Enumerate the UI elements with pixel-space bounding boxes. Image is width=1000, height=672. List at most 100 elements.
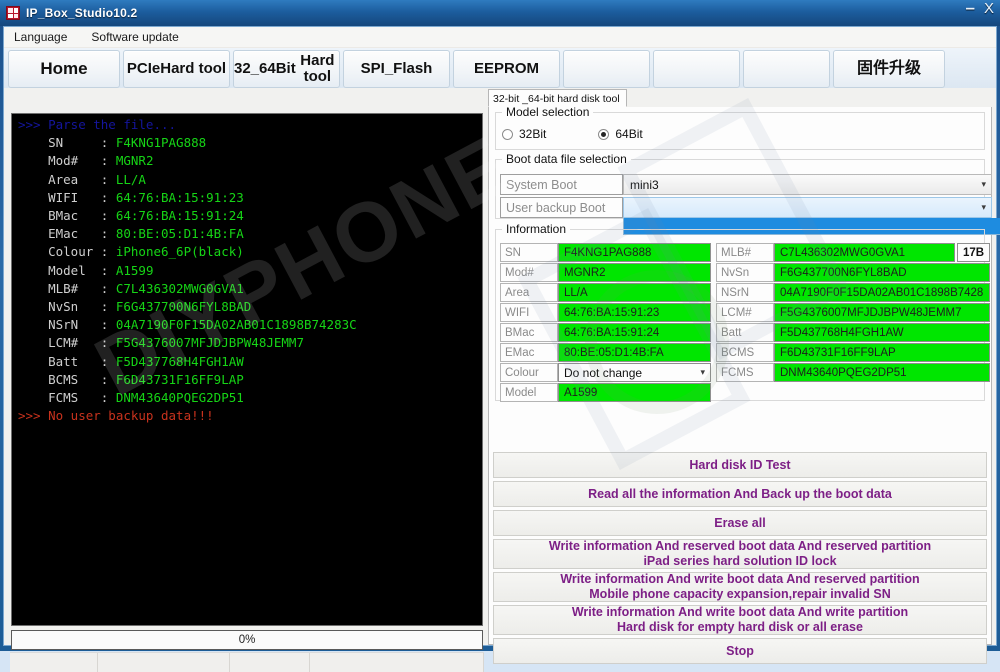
info-value-field[interactable]: F6D43731F16FF9LAP (774, 343, 990, 362)
mlb-suffix-field[interactable]: 17B (957, 243, 990, 262)
info-value-field[interactable]: MGNR2 (558, 263, 711, 282)
info-value-field[interactable]: 04A7190F0F15DA02AB01C1898B7428 (774, 283, 990, 302)
chevron-down-icon: ▾ (981, 179, 986, 190)
info-value-field[interactable]: C7L436302MWG0GVA1 (774, 243, 955, 262)
console-row: MLB# : C7L436302MWG0GVA1 (18, 280, 482, 298)
info-value-field[interactable]: 64:76:BA:15:91:24 (558, 323, 711, 342)
colour-combo[interactable]: Do not change ▾ (558, 363, 711, 382)
console-row-key: FCMS : (18, 390, 116, 405)
radio-32bit[interactable]: 32Bit (502, 127, 546, 141)
action-button-line1: Write information And reserved boot data… (549, 539, 931, 554)
console-row-value: 80:BE:05:D1:4B:FA (116, 226, 244, 241)
info-label: NSrN (716, 283, 774, 302)
system-boot-row: System Boot mini3 ▾ (500, 174, 992, 195)
info-label: WIFI (500, 303, 558, 322)
info-value-text: 80:BE:05:D1:4B:FA (564, 347, 664, 359)
info-value-field[interactable]: F6G437700N6FYL8BAD (774, 263, 990, 282)
info-row-colour: ColourDo not change▾ (500, 363, 711, 382)
info-value-text: LL/A (564, 287, 588, 299)
console-row: FCMS : DNM43640PQEG2DP51 (18, 389, 482, 407)
tab-spi_flash[interactable]: SPI_Flash (343, 50, 450, 88)
model-selection-group: Model selection 32Bit64Bit (495, 112, 985, 150)
info-value-field[interactable]: 64:76:BA:15:91:23 (558, 303, 711, 322)
system-boot-label: System Boot (500, 174, 623, 195)
tab-label-line: SPI_Flash (361, 61, 433, 77)
action-button-write-information-and-reserved-boot-data[interactable]: Write information And reserved boot data… (493, 539, 987, 569)
minimize-button[interactable]: – (966, 1, 975, 15)
info-label: LCM# (716, 303, 774, 322)
radio-64bit[interactable]: 64Bit (598, 127, 642, 141)
action-button-line1: Stop (726, 644, 754, 659)
tab-label-line: 32_64Bit (234, 61, 296, 77)
tab-label-line: 固件升级 (857, 61, 921, 78)
status-bar-cell-3 (230, 653, 310, 672)
info-value-field[interactable]: DNM43640PQEG2DP51 (774, 363, 990, 382)
tab-blank-7[interactable] (743, 50, 830, 88)
action-button-write-information-and-write-boot-data-an[interactable]: Write information And write boot data An… (493, 605, 987, 635)
action-button-line2: iPad series hard solution ID lock (643, 554, 836, 569)
action-button-read-all-the-information-and-back-up-the[interactable]: Read all the information And Back up the… (493, 481, 987, 507)
info-value-field[interactable]: F4KNG1PAG888 (558, 243, 711, 262)
info-row-batt: BattF5D437768H4FGH1AW (716, 323, 990, 342)
chevron-down-icon: ▾ (981, 202, 986, 213)
console-row-value: F5D437768H4FGH1AW (116, 354, 244, 369)
info-label: Area (500, 283, 558, 302)
menu-item-language[interactable]: Language (14, 30, 67, 44)
console-row: EMac : 80:BE:05:D1:4B:FA (18, 225, 482, 243)
action-button-line1: Erase all (714, 516, 765, 531)
console-row-value: F6G437700N6FYL8BAD (116, 299, 251, 314)
console-row: LCM# : F5G4376007MFJDJBPW48JEMM7 (18, 334, 482, 352)
action-button-hard-disk-id-test[interactable]: Hard disk ID Test (493, 452, 987, 478)
information-group: Information SNF4KNG1PAG888Mod#MGNR2AreaL… (495, 229, 985, 401)
info-value-field[interactable]: F5G4376007MFJDJBPW48JEMM7 (774, 303, 990, 322)
info-row-mod: Mod#MGNR2 (500, 263, 711, 282)
chevron-down-icon: ▾ (700, 367, 705, 378)
tab-label-line: Hard tool (160, 61, 226, 77)
action-button-stop[interactable]: Stop (493, 638, 987, 664)
panel-content: Model selection 32Bit64Bit Boot data fil… (488, 107, 992, 645)
info-row-wifi: WIFI64:76:BA:15:91:23 (500, 303, 711, 322)
info-value-field[interactable]: LL/A (558, 283, 711, 302)
tab-label-line: Hard tool (296, 53, 339, 85)
info-value-text: A1599 (564, 387, 597, 399)
console-row: BCMS : F6D43731F16FF9LAP (18, 371, 482, 389)
action-button-write-information-and-write-boot-data-an[interactable]: Write information And write boot data An… (493, 572, 987, 602)
client-area: Language Software update HomePCIeHard to… (3, 26, 997, 646)
info-label: Batt (716, 323, 774, 342)
system-boot-combo[interactable]: mini3 ▾ (623, 174, 992, 195)
console-row-value: iPhone6_6P(black) (116, 244, 244, 259)
console-row-value: A1599 (116, 263, 154, 278)
tab-pcie-hard-tool[interactable]: PCIeHard tool (123, 50, 230, 88)
console-row-value: 64:76:BA:15:91:24 (116, 208, 244, 223)
close-button[interactable]: X (984, 2, 994, 16)
info-row-lcm: LCM#F5G4376007MFJDJBPW48JEMM7 (716, 303, 990, 322)
info-value-text: Do not change (564, 366, 642, 380)
action-button-line1: Hard disk ID Test (689, 458, 790, 473)
tab-blank-6[interactable] (653, 50, 740, 88)
console-row: NSrN : 04A7190F0F15DA02AB01C1898B74283C (18, 316, 482, 334)
console-row-value: 04A7190F0F15DA02AB01C1898B74283C (116, 317, 357, 332)
info-row-area: Area LL/A (500, 283, 711, 302)
info-label: SN (500, 243, 558, 262)
information-legend: Information (502, 222, 570, 236)
info-value-field[interactable]: A1599 (558, 383, 711, 402)
info-value-field[interactable]: 80:BE:05:D1:4B:FA (558, 343, 711, 362)
tab-home[interactable]: Home (8, 50, 120, 88)
tab-32_64bit-hard-tool[interactable]: 32_64BitHard tool (233, 50, 340, 88)
log-console[interactable]: >>> Parse the file... SN : F4KNG1PAG888 … (11, 113, 483, 626)
info-value-field[interactable]: F5D437768H4FGH1AW (774, 323, 990, 342)
body-split: >>> Parse the file... SN : F4KNG1PAG888 … (4, 89, 996, 645)
info-label: NvSn (716, 263, 774, 282)
radio-label: 32Bit (519, 127, 546, 141)
menu-item-software-update[interactable]: Software update (91, 30, 178, 44)
tab-固件升级[interactable]: 固件升级 (833, 50, 945, 88)
action-button-erase-all[interactable]: Erase all (493, 510, 987, 536)
tab-label-line: PCIe (127, 61, 160, 77)
information-left-column: SNF4KNG1PAG888Mod#MGNR2Area LL/A WIFI64:76… (500, 243, 711, 402)
log-console-text: >>> Parse the file... SN : F4KNG1PAG888 … (12, 114, 482, 425)
console-row: Area : LL/A (18, 171, 482, 189)
tab-eeprom[interactable]: EEPROM (453, 50, 560, 88)
user-backup-boot-combo[interactable]: ▾ (623, 197, 992, 218)
tab-blank-5[interactable] (563, 50, 650, 88)
info-label: Model (500, 383, 558, 402)
